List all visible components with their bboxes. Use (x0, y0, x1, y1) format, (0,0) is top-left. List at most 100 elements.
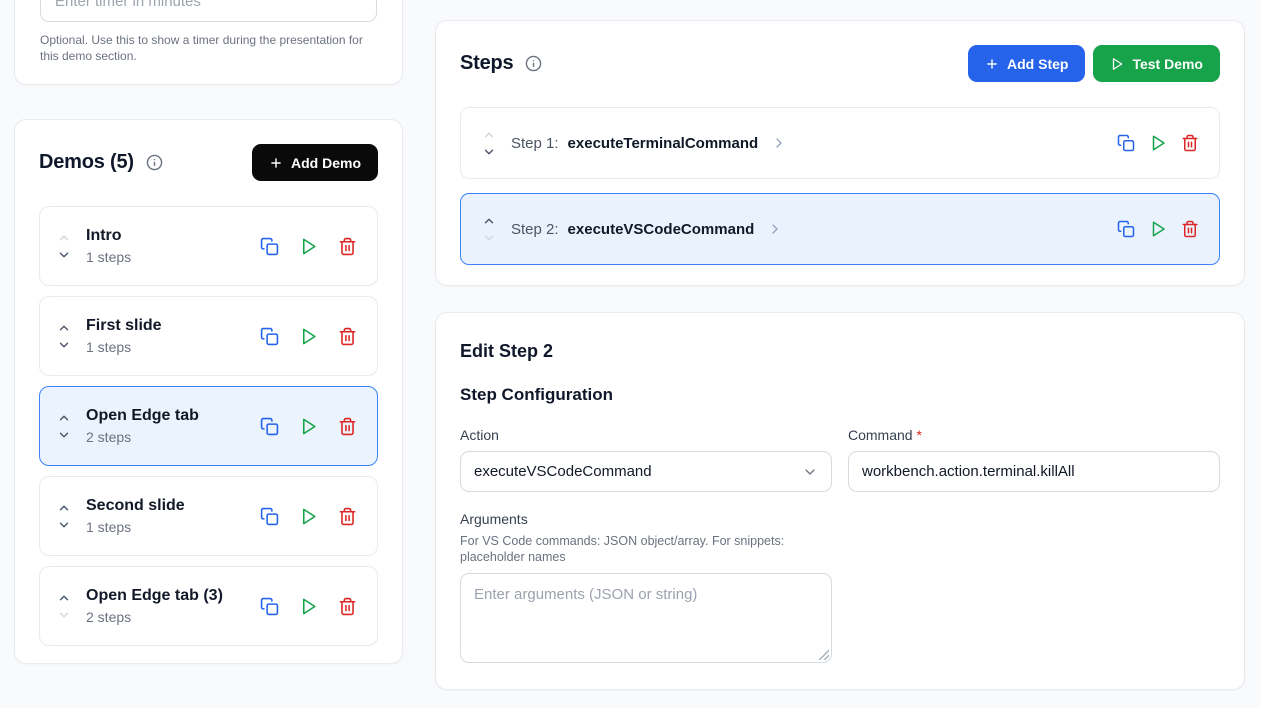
reorder-controls (481, 214, 497, 244)
move-up-button[interactable] (56, 411, 72, 424)
move-up-button[interactable] (481, 128, 497, 141)
trash-icon[interactable] (338, 417, 357, 436)
trash-icon[interactable] (1181, 220, 1199, 238)
move-down-button[interactable] (56, 248, 72, 261)
copy-icon[interactable] (260, 507, 279, 526)
edit-step-panel: Edit Step 2 Step Configuration Action ex… (435, 312, 1245, 690)
info-icon[interactable] (146, 154, 163, 171)
chevron-up-icon (57, 321, 71, 335)
copy-icon[interactable] (260, 237, 279, 256)
demo-name: Intro (86, 227, 260, 245)
demo-name: First slide (86, 317, 260, 335)
test-demo-label: Test Demo (1132, 56, 1203, 72)
step-command-name: executeTerminalCommand (568, 135, 759, 152)
action-label: Action (460, 427, 832, 443)
demo-info: First slide 1 steps (86, 317, 260, 355)
reorder-controls (56, 501, 72, 531)
move-down-button[interactable] (56, 608, 72, 621)
demo-step-count: 1 steps (86, 339, 260, 355)
chevron-up-icon (482, 214, 496, 228)
copy-icon[interactable] (260, 597, 279, 616)
add-step-button[interactable]: Add Step (968, 45, 1085, 82)
action-field-group: Action executeVSCodeCommand (460, 427, 832, 492)
steps-header: Steps Add Step Test Demo (460, 45, 1220, 82)
chevron-down-icon (802, 464, 818, 480)
demo-name: Open Edge tab (3) (86, 587, 260, 605)
demo-actions (260, 417, 357, 436)
reorder-controls (481, 128, 497, 158)
demo-list: Intro 1 steps (39, 206, 378, 646)
move-down-button[interactable] (481, 145, 497, 158)
trash-icon[interactable] (338, 507, 357, 526)
demo-info: Second slide 1 steps (86, 497, 260, 535)
move-down-button[interactable] (56, 518, 72, 531)
test-demo-button[interactable]: Test Demo (1093, 45, 1220, 82)
demo-step-count: 1 steps (86, 249, 260, 265)
arguments-textarea[interactable] (460, 573, 832, 663)
move-up-button[interactable] (56, 321, 72, 334)
reorder-controls (56, 591, 72, 621)
demo-list-item[interactable]: Second slide 1 steps (39, 476, 378, 556)
demos-header: Demos (5) Add Demo (39, 144, 378, 181)
demo-list-item[interactable]: First slide 1 steps (39, 296, 378, 376)
move-up-button[interactable] (56, 231, 72, 244)
info-icon[interactable] (525, 55, 542, 72)
chevron-down-icon (57, 608, 71, 622)
demo-list-item[interactable]: Open Edge tab (3) 2 steps (39, 566, 378, 646)
arguments-field-group: Arguments For VS Code commands: JSON obj… (460, 511, 832, 663)
trash-icon[interactable] (338, 327, 357, 346)
play-icon[interactable] (1149, 220, 1167, 238)
add-demo-button[interactable]: Add Demo (252, 144, 378, 181)
step-row[interactable]: Step 1: executeTerminalCommand (460, 107, 1220, 179)
arguments-textarea-wrap (460, 573, 832, 663)
play-icon[interactable] (299, 597, 318, 616)
copy-icon[interactable] (260, 327, 279, 346)
move-down-button[interactable] (56, 338, 72, 351)
action-select-value: executeVSCodeCommand (474, 463, 652, 480)
demo-step-count: 2 steps (86, 429, 260, 445)
play-icon[interactable] (299, 237, 318, 256)
demo-actions (260, 507, 357, 526)
demo-list-item[interactable]: Open Edge tab 2 steps (39, 386, 378, 466)
step-configuration-title: Step Configuration (460, 385, 1220, 405)
demo-info: Open Edge tab 2 steps (86, 407, 260, 445)
play-icon[interactable] (299, 327, 318, 346)
play-icon[interactable] (299, 507, 318, 526)
demo-step-count: 1 steps (86, 519, 260, 535)
command-label: Command * (848, 427, 1220, 443)
play-icon (1110, 57, 1124, 71)
chevron-up-icon (57, 591, 71, 605)
demo-list-item[interactable]: Intro 1 steps (39, 206, 378, 286)
move-up-button[interactable] (56, 501, 72, 514)
trash-icon[interactable] (1181, 134, 1199, 152)
steps-panel: Steps Add Step Test Demo (435, 20, 1245, 286)
step-actions (1117, 220, 1199, 238)
copy-icon[interactable] (1117, 220, 1135, 238)
trash-icon[interactable] (338, 597, 357, 616)
command-input[interactable] (848, 451, 1220, 492)
timer-helper-text: Optional. Use this to show a timer durin… (40, 32, 377, 64)
demo-name: Second slide (86, 497, 260, 515)
demo-actions (260, 327, 357, 346)
action-select[interactable]: executeVSCodeCommand (460, 451, 832, 492)
trash-icon[interactable] (338, 237, 357, 256)
move-up-button[interactable] (56, 591, 72, 604)
demos-panel: Demos (5) Add Demo (14, 119, 403, 664)
chevron-up-icon (57, 411, 71, 425)
copy-icon[interactable] (260, 417, 279, 436)
copy-icon[interactable] (1117, 134, 1135, 152)
arguments-label: Arguments (460, 511, 832, 527)
play-icon[interactable] (1149, 134, 1167, 152)
move-down-button[interactable] (56, 428, 72, 441)
timer-input[interactable] (40, 0, 377, 22)
demo-name: Open Edge tab (86, 407, 260, 425)
move-down-button[interactable] (481, 231, 497, 244)
chevron-up-icon (57, 231, 71, 245)
chevron-right-icon[interactable] (771, 135, 787, 151)
chevron-right-icon[interactable] (767, 221, 783, 237)
move-up-button[interactable] (481, 214, 497, 227)
required-asterisk: * (916, 427, 921, 443)
play-icon[interactable] (299, 417, 318, 436)
demo-info: Intro 1 steps (86, 227, 260, 265)
step-row[interactable]: Step 2: executeVSCodeCommand (460, 193, 1220, 265)
